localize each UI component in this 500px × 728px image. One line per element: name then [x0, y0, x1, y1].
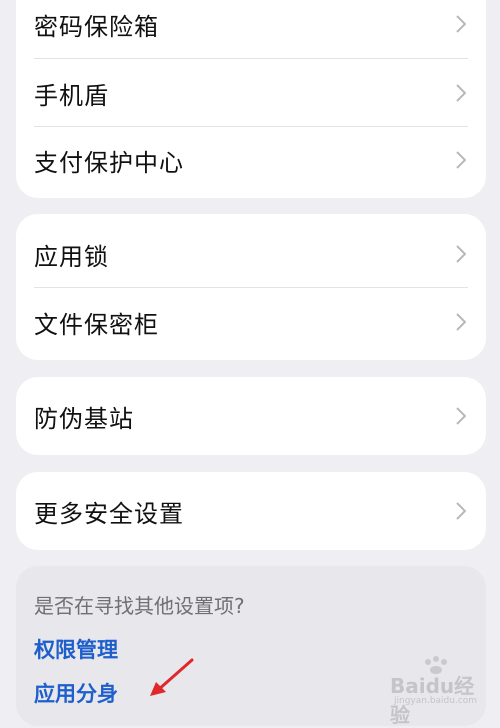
row-fake-base-station[interactable]: 防伪基站	[16, 382, 486, 450]
chevron-right-icon	[456, 313, 466, 331]
red-pointer-arrow-icon	[150, 658, 194, 696]
row-file-safe[interactable]: 文件保密柜	[16, 288, 486, 356]
row-label: 密码保险箱	[34, 12, 159, 41]
settings-group-1: 密码保险箱 手机盾 支付保护中心	[16, 0, 486, 198]
link-permission-management[interactable]: 权限管理	[34, 634, 118, 664]
baidu-watermark: Baidu经验 jingyan.baidu.com	[384, 652, 494, 727]
row-label: 手机盾	[34, 81, 109, 110]
chevron-right-icon	[456, 502, 466, 520]
row-label: 应用锁	[34, 242, 109, 271]
chevron-right-icon	[456, 245, 466, 263]
row-label: 文件保密柜	[34, 310, 159, 339]
row-app-lock[interactable]: 应用锁	[16, 220, 486, 288]
row-label: 更多安全设置	[34, 499, 184, 528]
row-password-vault[interactable]: 密码保险箱	[16, 0, 486, 58]
row-payment-protection[interactable]: 支付保护中心	[16, 126, 486, 194]
link-app-twin[interactable]: 应用分身	[34, 678, 118, 708]
row-more-security-settings[interactable]: 更多安全设置	[16, 477, 486, 545]
row-label: 防伪基站	[34, 404, 134, 433]
chevron-right-icon	[456, 15, 466, 33]
settings-group-2: 应用锁 文件保密柜	[16, 214, 486, 360]
settings-group-3: 防伪基站	[16, 377, 486, 455]
chevron-right-icon	[456, 407, 466, 425]
chevron-right-icon	[456, 151, 466, 169]
watermark-url: jingyan.baidu.com	[394, 696, 478, 706]
row-label: 支付保护中心	[34, 148, 184, 177]
chevron-right-icon	[456, 84, 466, 102]
row-phone-shield[interactable]: 手机盾	[16, 59, 486, 127]
suggestions-title: 是否在寻找其他设置项?	[34, 594, 245, 618]
settings-group-4: 更多安全设置	[16, 472, 486, 550]
